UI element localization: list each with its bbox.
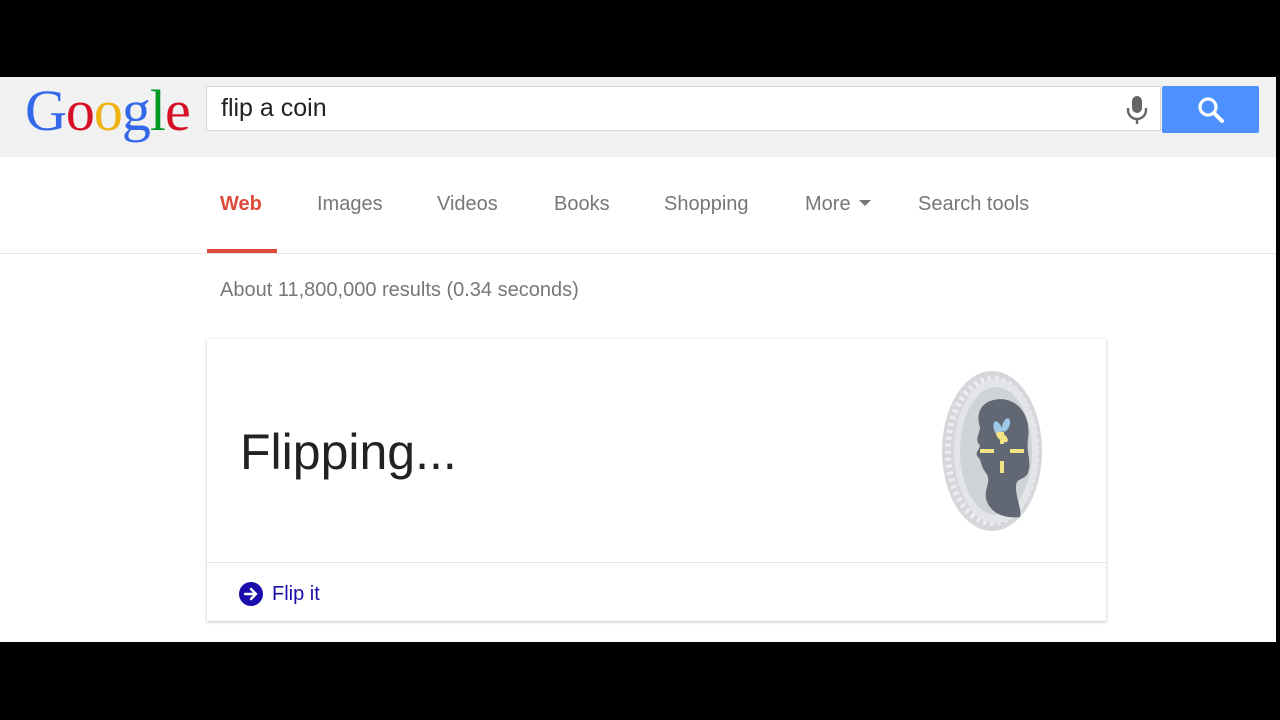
active-tab-indicator (207, 249, 277, 253)
tab-more[interactable]: More (805, 193, 871, 216)
tab-videos[interactable]: Videos (437, 193, 498, 216)
coin-flip-card: Flipping... Flip it (207, 339, 1106, 621)
arrow-circle-right-icon (239, 582, 263, 606)
tab-web[interactable]: Web (220, 193, 262, 216)
search-input[interactable]: flip a coin (206, 86, 1161, 131)
result-stats: About 11,800,000 results (0.34 seconds) (220, 279, 579, 301)
tab-search-tools[interactable]: Search tools (918, 193, 1029, 216)
logo-letter: e (165, 78, 191, 143)
top-bar: Google flip a coin (0, 77, 1276, 157)
coin-icon (942, 371, 1042, 531)
logo-letter: l (149, 78, 166, 143)
tab-shopping[interactable]: Shopping (664, 193, 749, 216)
search-tabs: Web Images Videos Books Shopping More Se… (0, 157, 1276, 254)
search-query-text[interactable]: flip a coin (221, 87, 327, 130)
tab-books[interactable]: Books (554, 193, 610, 216)
search-button[interactable] (1162, 86, 1259, 133)
coin-flip-status: Flipping... (240, 424, 457, 480)
tab-more-label: More (805, 193, 851, 215)
tab-images[interactable]: Images (317, 193, 383, 216)
search-results-page: Google flip a coin Web Images Videos Boo… (0, 77, 1276, 642)
logo-letter: G (25, 78, 67, 143)
caret-down-icon (858, 199, 871, 206)
search-icon (1198, 97, 1224, 123)
logo-letter: g (121, 78, 151, 143)
logo-letter: o (65, 78, 95, 143)
google-logo[interactable]: Google (25, 78, 191, 143)
logo-letter: o (93, 78, 123, 143)
flip-it-button[interactable]: Flip it (239, 581, 320, 607)
microphone-icon[interactable] (1124, 95, 1150, 125)
flip-it-label: Flip it (272, 582, 320, 605)
card-divider (207, 562, 1106, 563)
